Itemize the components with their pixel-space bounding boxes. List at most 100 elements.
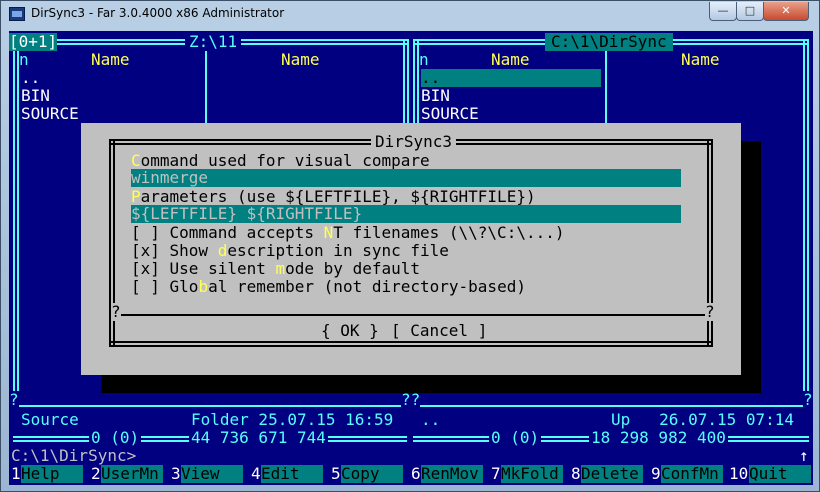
right-panel-col-name: Name	[491, 50, 530, 69]
global-remember-hotkey: b	[198, 277, 209, 296]
fkey-9-number: 9	[651, 464, 661, 483]
left-panel-left-border	[13, 39, 15, 405]
fkey-edit[interactable]: Edit	[261, 465, 323, 483]
nt-filenames-checkbox[interactable]: [ ] Command accepts NT filenames (\\?\C:…	[131, 223, 564, 242]
global-remember-text-a: [ ] Glo	[131, 277, 199, 296]
fkey-help[interactable]: Help	[21, 465, 83, 483]
left-panel-left-border-inner	[17, 39, 19, 405]
dialog-left-marker: ?	[111, 302, 121, 321]
right-status-info: Up 26.07.15 07:14	[611, 410, 795, 429]
params-input-value: ${LEFTFILE} ${RIGHTFILE}	[131, 204, 363, 223]
right-panel-cursor[interactable]	[421, 69, 601, 87]
fkey-edit-label: Edit	[261, 464, 300, 483]
fkey-mkfold[interactable]: MkFold	[501, 465, 563, 483]
fkey-renmov-label: RenMov	[421, 464, 479, 483]
left-panel-marker: ?	[9, 390, 19, 409]
right-totals-size: 18 298 982 400	[589, 428, 728, 447]
fkey-8-number: 8	[571, 464, 581, 483]
dialog-frame-bottom	[109, 341, 713, 343]
minimize-button[interactable]: —	[709, 2, 737, 21]
fkey-copy[interactable]: Copy	[341, 465, 403, 483]
command-input[interactable]: winmerge	[131, 169, 681, 187]
command-prompt[interactable]: C:\1\DirSync>	[11, 447, 136, 465]
dialog-separator	[109, 314, 713, 316]
nt-filenames-text-b: T filenames (\\?\C:\...)	[333, 223, 565, 242]
command-input-value: winmerge	[131, 168, 209, 187]
cancel-button[interactable]: [ Cancel ]	[391, 322, 487, 340]
fkey-delete-label: Delete	[581, 464, 639, 483]
silent-mode-hotkey: m	[275, 259, 286, 278]
left-panel-status-separator	[13, 405, 407, 407]
ok-button[interactable]: { OK }	[321, 322, 379, 340]
window-title: DirSync3 - Far 3.0.4000 x86 Administrato…	[31, 6, 285, 20]
show-description-checkbox[interactable]: [x] Show description in sync file	[131, 241, 449, 260]
fkey-view[interactable]: View	[181, 465, 243, 483]
dialog-title: DirSync3	[371, 133, 457, 151]
fkey-6-number: 6	[411, 464, 421, 483]
scroll-up-arrow-icon[interactable]: ↑	[799, 447, 809, 465]
right-panel-item-bin[interactable]: BIN	[421, 87, 450, 105]
silent-mode-text-a: [x] Use silent	[131, 259, 276, 278]
close-button[interactable]: ✕	[763, 2, 809, 21]
dialog-frame-bottom-inner	[109, 345, 713, 347]
dialog-right-marker: ?	[705, 302, 715, 321]
middle-marker: ??	[401, 390, 421, 409]
show-description-text-a: [x] Show	[131, 241, 218, 260]
fkey-mkfold-label: MkFold	[501, 464, 559, 483]
fkey-copy-label: Copy	[341, 464, 380, 483]
dirsync3-dialog: DirSync3 Command used for visual compare…	[81, 123, 741, 375]
left-totals-count: 0 (0)	[89, 428, 142, 447]
fkey-help-label: Help	[21, 464, 60, 483]
fkey-7-number: 7	[491, 464, 501, 483]
params-input[interactable]: ${LEFTFILE} ${RIGHTFILE}	[131, 205, 681, 223]
fkey-4-number: 4	[251, 464, 261, 483]
right-status-name: ..	[421, 410, 441, 429]
right-panel-status-separator	[413, 405, 809, 407]
fkey-1-number: 1	[11, 464, 21, 483]
fkey-quit[interactable]: Quit	[749, 465, 811, 483]
left-status-info: Folder 25.07.15 16:59	[191, 410, 394, 429]
right-panel-col-name-2: Name	[681, 50, 720, 69]
title-bar[interactable]: DirSync3 - Far 3.0.4000 x86 Administrato…	[1, 1, 819, 27]
left-status-name: Source	[21, 410, 79, 429]
fkey-confmn[interactable]: ConfMn	[661, 465, 723, 483]
fkey-view-label: View	[181, 464, 220, 483]
nt-filenames-hotkey: N	[323, 223, 334, 242]
fkey-5-number: 5	[331, 464, 341, 483]
nt-filenames-text-a: [ ] Command accepts	[131, 223, 324, 242]
app-icon	[9, 7, 25, 21]
fkey-delete[interactable]: Delete	[581, 465, 643, 483]
right-totals-count: 0 (0)	[489, 428, 542, 447]
fkey-confmn-label: ConfMn	[661, 464, 719, 483]
left-panel-item-bin[interactable]: BIN	[21, 87, 50, 105]
far-window: DirSync3 - Far 3.0.4000 x86 Administrato…	[0, 0, 820, 492]
fkey-renmov[interactable]: RenMov	[421, 465, 483, 483]
silent-mode-checkbox[interactable]: [x] Use silent mode by default	[131, 259, 420, 278]
global-remember-checkbox[interactable]: [ ] Global remember (not directory-based…	[131, 277, 526, 296]
right-panel-right-border	[803, 39, 805, 405]
right-panel-right-border-inner	[807, 39, 809, 405]
left-panel-item-parent[interactable]: ..	[21, 69, 40, 87]
right-panel-path[interactable]: C:\1\DirSync	[545, 33, 673, 51]
left-panel-item-source[interactable]: SOURCE	[21, 105, 79, 123]
fkey-usermn[interactable]: UserMn	[101, 465, 163, 483]
left-panel-col-n: n	[19, 50, 29, 69]
left-panel-path[interactable]: Z:\11	[185, 33, 242, 51]
maximize-button[interactable]: □	[736, 2, 764, 21]
global-remember-text-b: al remember (not directory-based)	[208, 277, 526, 296]
left-panel-col-name-2: Name	[281, 50, 320, 69]
right-panel-item-source[interactable]: SOURCE	[421, 105, 479, 123]
fkey-10-number: 10	[729, 464, 749, 483]
right-panel-item-parent[interactable]: ..	[421, 69, 440, 87]
console: [0+1] Z:\11 n Name Name .. BIN SOURCE C:…	[9, 31, 813, 485]
fkey-3-number: 3	[171, 464, 181, 483]
show-description-hotkey: d	[217, 241, 228, 260]
silent-mode-text-b: ode by default	[285, 259, 420, 278]
fkey-quit-label: Quit	[749, 464, 788, 483]
left-panel-col-name: Name	[91, 50, 130, 69]
show-description-text-b: escription in sync file	[227, 241, 449, 260]
left-panel-indicator: [0+1]	[9, 32, 58, 51]
fkey-2-number: 2	[91, 464, 101, 483]
right-panel-col-n: n	[419, 50, 429, 69]
fkey-usermn-label: UserMn	[101, 464, 159, 483]
